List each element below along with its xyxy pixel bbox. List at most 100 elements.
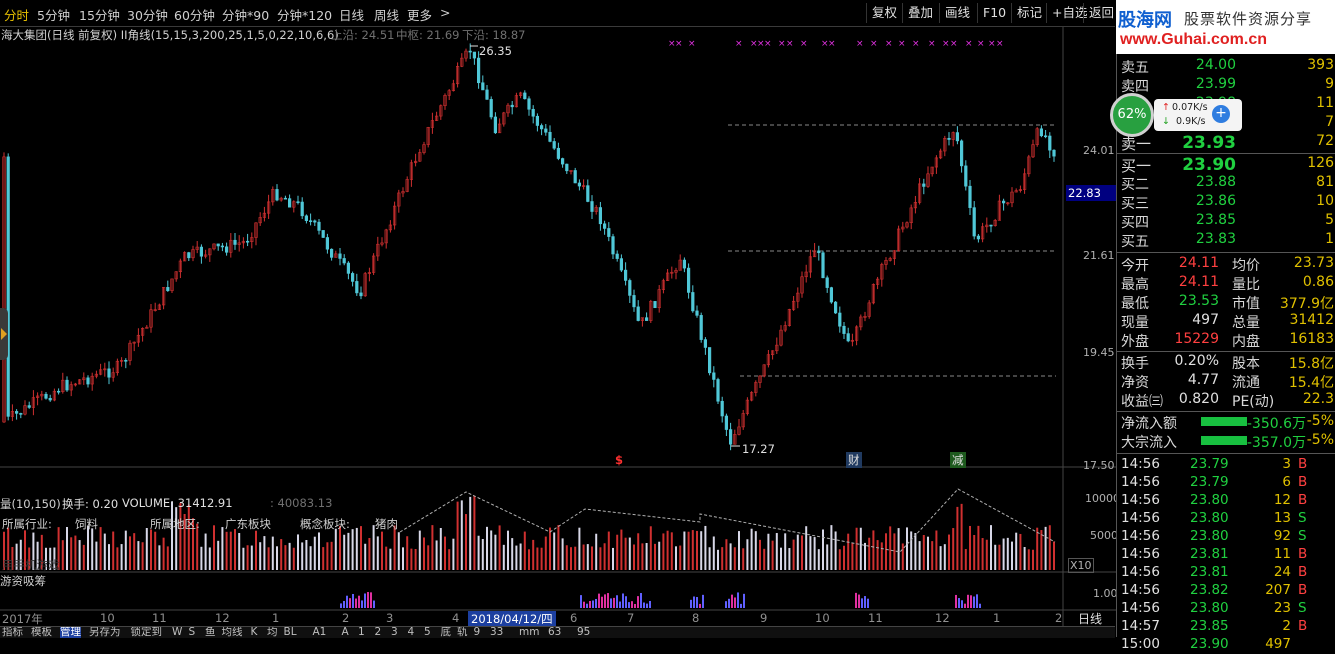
toolbar-button[interactable]: F10 <box>977 3 1011 23</box>
indicator-tab[interactable]: 4 <box>408 627 415 638</box>
tick-time: 14:57 <box>1121 618 1160 634</box>
tick-volume: 13 <box>1273 510 1291 526</box>
period-tab[interactable]: 60分钟 <box>174 5 215 24</box>
indicator-tab[interactable]: 轨 <box>457 627 468 638</box>
svg-text:×: × <box>688 39 696 49</box>
indicator-tab[interactable]: 另存为 <box>89 627 121 638</box>
date-axis-label: 10 <box>100 611 115 625</box>
volume-title: 量(10,150) <box>0 497 61 511</box>
toolbar-button[interactable]: 叠加 <box>902 3 938 23</box>
concept-label: 概念板块: <box>300 517 350 531</box>
period-tab[interactable]: 15分钟 <box>79 5 120 24</box>
stat-value: 4.77 <box>1187 372 1219 388</box>
indicator-tab[interactable]: 底 <box>441 627 452 638</box>
period-tab[interactable]: 分钟*120 <box>277 5 332 24</box>
period-tab[interactable]: 5分钟 <box>37 5 70 24</box>
tick-time: 14:56 <box>1121 564 1160 580</box>
period-tab[interactable]: 日线 <box>339 5 364 24</box>
tick-time: 14:56 <box>1121 456 1160 472</box>
download-arrow-icon: ↓ <box>1162 116 1170 127</box>
indicator-tab[interactable]: 3 <box>391 627 398 638</box>
stat-value: 31412 <box>1289 312 1334 328</box>
toolbar-button[interactable]: 复权 <box>866 3 902 23</box>
svg-text:×: × <box>942 39 950 49</box>
more-arrow-icon[interactable]: > <box>440 5 450 20</box>
svg-text:×: × <box>800 39 808 49</box>
side-panel-handle[interactable] <box>0 308 8 360</box>
add-icon[interactable]: + <box>1212 105 1230 123</box>
stat-label: 股本 <box>1232 356 1260 372</box>
indicator-tab[interactable]: K <box>251 627 258 638</box>
indicator-tab[interactable]: 9 <box>474 627 481 638</box>
flow-percent: -5% <box>1306 413 1334 429</box>
stat-value: 22.3 <box>1302 391 1334 407</box>
indicator-tab[interactable]: mm <box>519 627 539 638</box>
period-tab[interactable]: 更多 <box>407 5 432 24</box>
indicator-tab[interactable]: 管理 <box>60 627 81 638</box>
mid-band-label: 中枢: 21.69 <box>396 28 460 42</box>
period-tab[interactable]: 分时 <box>4 5 29 24</box>
tick-price: 23.82 <box>1190 582 1229 598</box>
indicator-tab[interactable]: A <box>342 627 349 638</box>
indicator-tab[interactable]: 均 <box>267 627 278 638</box>
indicator-tab[interactable]: 33 <box>490 627 503 638</box>
bid-price: 23.83 <box>1195 231 1236 247</box>
bid-name: 买三 <box>1121 196 1149 212</box>
indicator-tab[interactable]: 1 <box>358 627 365 638</box>
indicator-tab[interactable]: 指标 <box>2 627 23 638</box>
indicator-tab[interactable]: 锁定到 <box>131 627 163 638</box>
date-axis-label: 6 <box>570 611 578 625</box>
svg-text:×: × <box>965 39 973 49</box>
stat-value: 24.11 <box>1178 274 1219 290</box>
fund-indicator-title: 游资吸筹 <box>0 574 46 588</box>
indicator-tab[interactable]: 63 <box>548 627 561 638</box>
tick-volume: 207 <box>1265 582 1291 598</box>
tick-direction: B <box>1298 456 1308 472</box>
indicator-tab[interactable]: 均线 <box>222 627 243 638</box>
ask-volume: 7 <box>1325 114 1334 130</box>
date-axis-label: 2017年 <box>2 612 43 626</box>
divider <box>1117 252 1335 253</box>
tick-volume: 12 <box>1273 492 1291 508</box>
indicator-tab[interactable]: S <box>189 627 196 638</box>
flow-value: -350.6万 <box>1246 416 1306 432</box>
tick-volume: 11 <box>1273 546 1291 562</box>
tick-time: 15:00 <box>1121 636 1160 652</box>
indicator-tab[interactable]: 5 <box>424 627 431 638</box>
tick-row: 15:00 23.90 497 <box>1117 636 1335 654</box>
svg-text:×: × <box>828 39 836 49</box>
indicator-tab[interactable]: 模板 <box>31 627 52 638</box>
axis-period-label: 日线 <box>1078 612 1103 626</box>
stat-row: 最低 23.53 市值 377.9亿 <box>1117 293 1335 312</box>
date-axis-label: 10 <box>815 611 830 625</box>
indicator-tab-bar: 指标 模板 管理 另存为 锁定到 W S 鱼均线 K 均 BL A1 A 1 2 3 4 5 底轨 9 33 mm 63 95 <box>0 626 1115 638</box>
period-tab[interactable]: 30分钟 <box>127 5 168 24</box>
kline-chart[interactable]: × × × × × × × × × × × × × × × × × × × × × × × × <box>0 27 1116 627</box>
period-tab[interactable]: 周线 <box>374 5 399 24</box>
toolbar-button[interactable]: 标记 <box>1011 3 1047 23</box>
tick-row: 14:56 23.80 12 B <box>1117 492 1335 510</box>
ask-row: 卖五 24.00 393 <box>1117 57 1335 76</box>
tick-direction: B <box>1298 492 1308 508</box>
toolbar-button[interactable]: 画线 <box>939 3 975 23</box>
network-speed-widget[interactable]: 62% ↑ 0.07K/s ↓ 0.9K/s + <box>1110 93 1242 137</box>
reduction-event-mark[interactable]: 减 <box>950 452 966 468</box>
bid-price: 23.85 <box>1195 212 1236 228</box>
indicator-tab[interactable]: A1 <box>313 627 327 638</box>
indicator-tab[interactable]: 鱼 <box>205 627 216 638</box>
toolbar-button[interactable]: 返回 <box>1083 3 1119 23</box>
indicator-tab[interactable]: W <box>172 627 182 638</box>
date-axis: 2017年 10 11 12 1 2 3 4 2018/04/12/四 6 7 8 9 10 11 12 1 2 <box>0 610 1115 627</box>
dividend-event-mark[interactable]: $ <box>615 453 623 467</box>
stat-label: 最低 <box>1121 296 1149 312</box>
bid-volume: 5 <box>1325 212 1334 228</box>
period-tab[interactable]: 分钟*90 <box>222 5 269 24</box>
ask-price: 24.00 <box>1195 57 1236 73</box>
tick-price: 23.81 <box>1190 546 1229 562</box>
finance-event-mark[interactable]: 财 <box>846 452 862 468</box>
indicator-tab[interactable]: BL <box>284 627 297 638</box>
indicator-tab[interactable]: 2 <box>375 627 382 638</box>
indicator-tab[interactable]: 95 <box>577 627 590 638</box>
date-axis-label: 9 <box>760 611 768 625</box>
date-axis-label: 1 <box>993 611 1001 625</box>
